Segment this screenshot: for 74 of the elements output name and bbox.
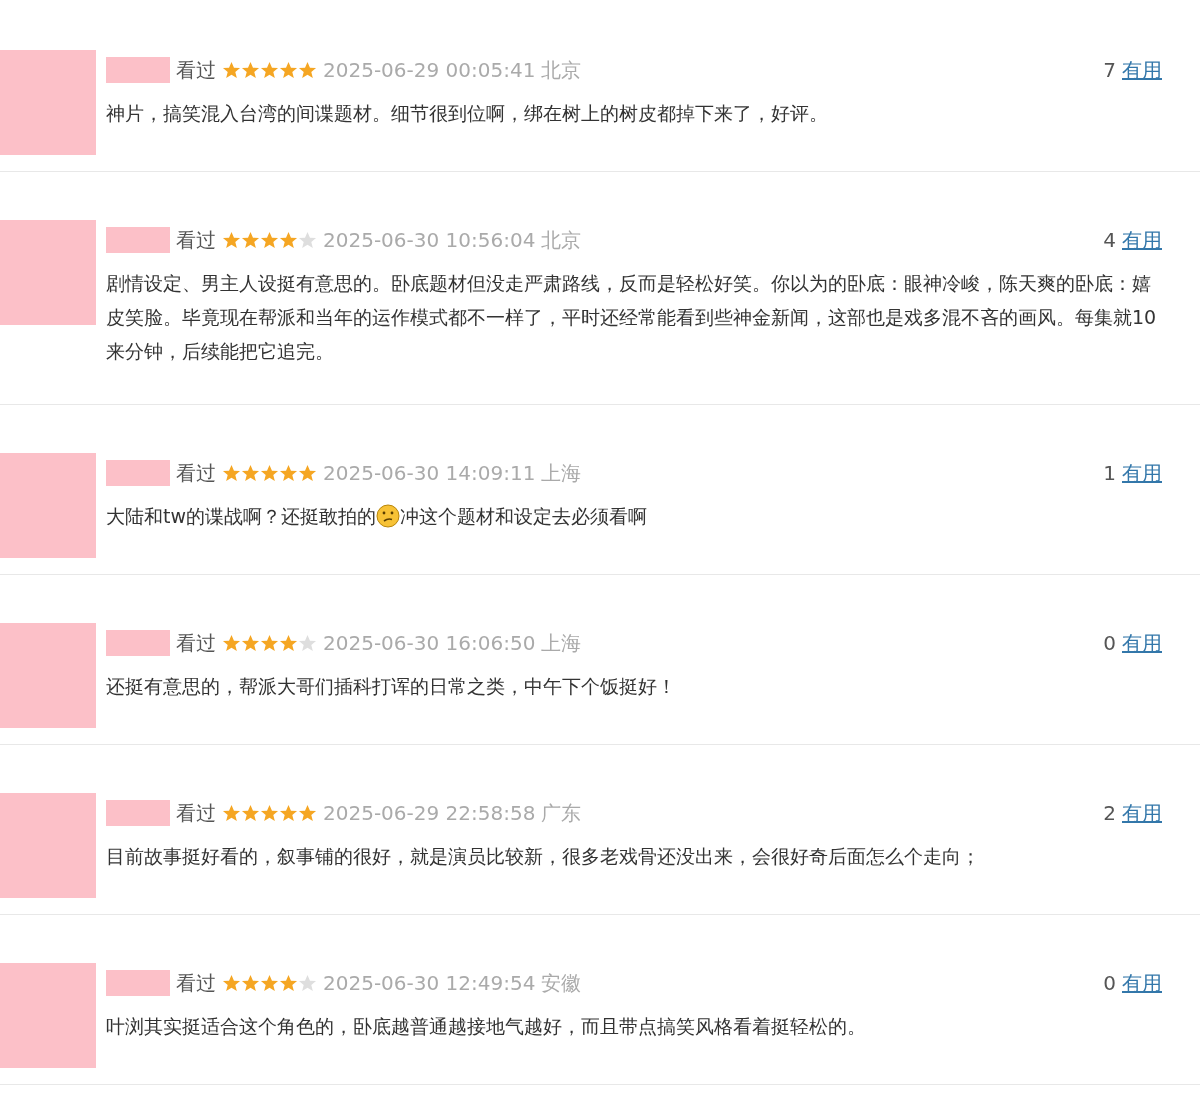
review-text: 还挺有意思的，帮派大哥们插科打诨的日常之类，中午下个饭挺好！ <box>106 674 677 699</box>
star-icon <box>241 633 260 653</box>
star-icon <box>298 803 317 823</box>
star-icon <box>279 60 298 80</box>
vote-count: 0 <box>1103 970 1116 997</box>
star-icon <box>222 60 241 80</box>
review-location: 安徽 <box>541 970 582 997</box>
status-label: 看过 <box>176 630 216 657</box>
review-text: 大陆和tw的谍战啊？还挺敢拍的 <box>106 505 376 527</box>
status-label: 看过 <box>176 970 216 997</box>
useful-link[interactable]: 有用 <box>1122 968 1162 998</box>
star-icon <box>222 633 241 653</box>
review-text: 剧情设定、男主人设挺有意思的。卧底题材但没走严肃路线，反而是轻松好笑。你以为的卧底：眼神冷峻，陈天爽的卧底：嬉皮笑脸。毕竟现在帮派和当年的运作模式都不一样了，平时还经常能看到些神金新闻，这部也是戏多混不吝的画风。每集就10来分钟，后续能把它追完。 <box>106 271 1158 364</box>
redacted-username <box>106 970 170 996</box>
star-icon <box>279 973 298 993</box>
status-label: 看过 <box>176 800 216 827</box>
star-icon <box>260 230 279 250</box>
review-location: 上海 <box>541 460 582 487</box>
star-icon <box>298 973 317 993</box>
useful-link[interactable]: 有用 <box>1122 798 1162 828</box>
review-time: 2025-06-29 22:58:58 <box>323 800 536 827</box>
star-icon <box>222 230 241 250</box>
status-label: 看过 <box>176 227 216 254</box>
confused-face-icon <box>376 504 400 528</box>
redacted-username <box>106 57 170 83</box>
star-icon <box>260 60 279 80</box>
star-icon <box>241 60 260 80</box>
review-time: 2025-06-30 16:06:50 <box>323 630 536 657</box>
vote-count: 1 <box>1103 460 1116 487</box>
star-icon <box>260 633 279 653</box>
review-time: 2025-06-30 14:09:11 <box>323 460 536 487</box>
review-location: 上海 <box>541 630 582 657</box>
review-location: 北京 <box>541 227 582 254</box>
redacted-username <box>106 800 170 826</box>
star-icon <box>279 463 298 483</box>
review-location: 广东 <box>541 800 582 827</box>
status-label: 看过 <box>176 460 216 487</box>
redacted-username <box>106 460 170 486</box>
star-icon <box>298 463 317 483</box>
redacted-username <box>106 227 170 253</box>
vote-count: 0 <box>1103 630 1116 657</box>
star-icon <box>279 633 298 653</box>
star-icon <box>298 633 317 653</box>
useful-link[interactable]: 有用 <box>1122 628 1162 658</box>
star-icon <box>241 230 260 250</box>
vote-count: 2 <box>1103 800 1116 827</box>
star-icon <box>222 803 241 823</box>
star-icon <box>298 60 317 80</box>
redacted-username <box>106 630 170 656</box>
star-icon <box>222 973 241 993</box>
star-icon <box>241 973 260 993</box>
star-icon <box>260 463 279 483</box>
review-text: 目前故事挺好看的，叙事铺的很好，就是演员比较新，很多老戏骨还没出来，会很好奇后面怎么个走向； <box>106 844 981 869</box>
star-icon <box>279 230 298 250</box>
status-label: 看过 <box>176 57 216 84</box>
star-icon <box>260 973 279 993</box>
review-time: 2025-06-29 00:05:41 <box>323 57 536 84</box>
review-text: 神片，搞笑混入台湾的间谍题材。细节很到位啊，绑在树上的树皮都掉下来了，好评。 <box>106 101 829 126</box>
vote-count: 4 <box>1103 227 1116 254</box>
star-icon <box>241 803 260 823</box>
review-time: 2025-06-30 10:56:04 <box>323 227 536 254</box>
vote-count: 7 <box>1103 57 1116 84</box>
review-time: 2025-06-30 12:49:54 <box>323 970 536 997</box>
useful-link[interactable]: 有用 <box>1122 225 1162 255</box>
star-icon <box>222 463 241 483</box>
useful-link[interactable]: 有用 <box>1122 458 1162 488</box>
useful-link[interactable]: 有用 <box>1122 55 1162 85</box>
star-icon <box>260 803 279 823</box>
star-icon <box>279 803 298 823</box>
star-icon <box>298 230 317 250</box>
review-text: 冲这个题材和设定去必须看啊 <box>400 505 647 527</box>
review-location: 北京 <box>541 57 582 84</box>
star-icon <box>241 463 260 483</box>
review-text: 叶浏其实挺适合这个角色的，卧底越普通越接地气越好，而且带点搞笑风格看着挺轻松的。 <box>106 1014 867 1039</box>
